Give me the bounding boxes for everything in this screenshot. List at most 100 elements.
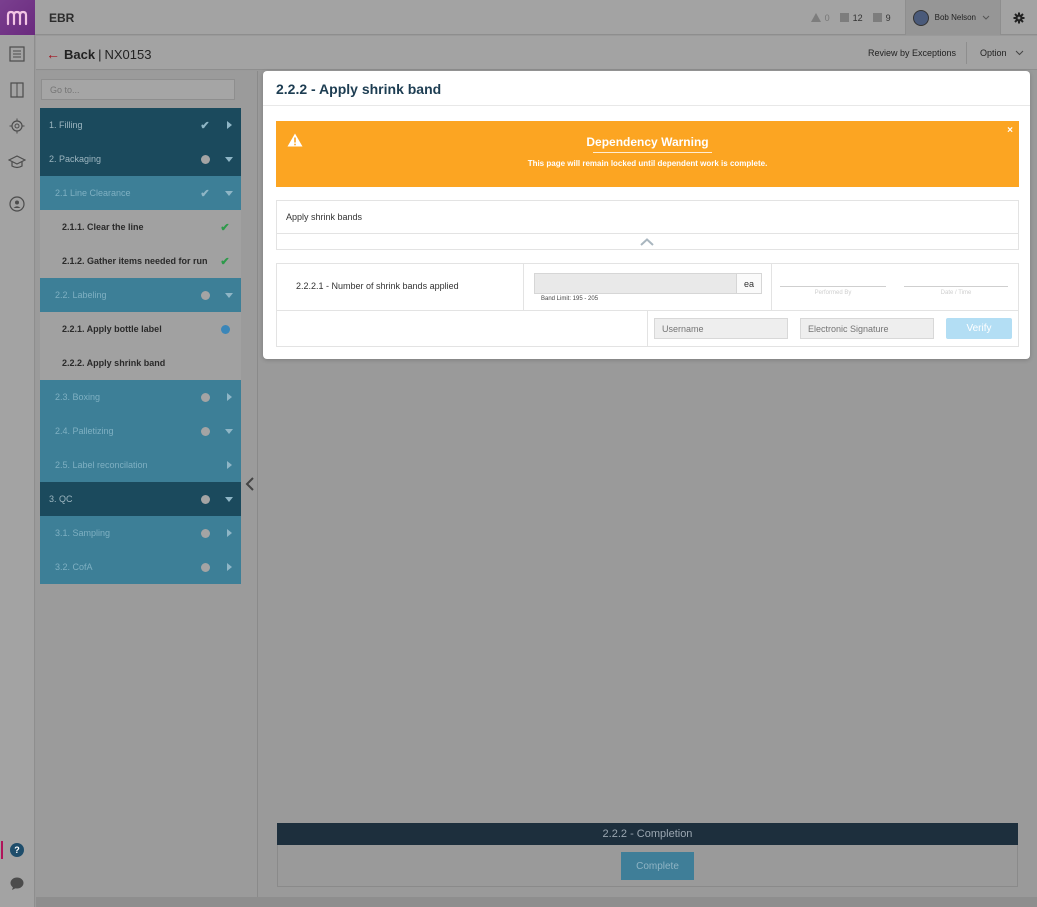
divider [523, 264, 524, 310]
status-dot [195, 562, 215, 572]
tree-item[interactable]: 2.5. Label reconcilation [40, 448, 241, 482]
tree-item[interactable]: 2.1.1. Clear the line ✔ [40, 210, 241, 244]
tree-item[interactable]: 2. Packaging [40, 142, 241, 176]
chevron-down-icon [982, 15, 990, 20]
close-icon[interactable]: × [1007, 125, 1013, 136]
review-by-exceptions-button[interactable]: Review by Exceptions [868, 48, 956, 58]
username-input[interactable] [654, 318, 788, 339]
verify-button[interactable]: Verify [946, 318, 1012, 339]
warning-title: Dependency Warning [586, 135, 709, 149]
tree-item[interactable]: 3.1. Sampling [40, 516, 241, 550]
tree-item-label: 2.2.2. Apply shrink band [62, 358, 166, 368]
book-icon[interactable] [8, 81, 26, 99]
collapse-toggle[interactable] [221, 156, 237, 162]
band-limit: Band Limit: 195 - 205 [541, 296, 599, 302]
tree-item[interactable]: 2.4. Palletizing [40, 414, 241, 448]
alerts-counter[interactable]: 0 [810, 13, 830, 23]
collapse-toggle[interactable] [221, 428, 237, 434]
settings-button[interactable] [1001, 0, 1037, 35]
chevron-down-icon [1015, 50, 1024, 56]
status-dot [195, 392, 215, 402]
tree-item-label: 2.3. Boxing [55, 392, 101, 402]
help-active-marker [1, 841, 3, 859]
top-bar: EBR 0 12 9 Bob Nelson [0, 0, 1037, 35]
logo-icon [6, 10, 27, 25]
status-dot-icon [200, 494, 210, 504]
completion-header: 2.2.2 - Completion [277, 823, 1018, 845]
tree-item-label: 3.2. CofA [55, 562, 93, 572]
tree-item[interactable]: 2.2.1. Apply bottle label [40, 312, 241, 346]
app-logo[interactable] [0, 0, 35, 35]
step-modal: 2.2.2 - Apply shrink band Dependency War… [263, 71, 1030, 359]
footer-strip [36, 897, 1037, 907]
tree-item[interactable]: 2.2. Labeling [40, 278, 241, 312]
chat-icon[interactable] [10, 877, 24, 890]
messages-counter[interactable]: 9 [872, 13, 891, 23]
help-icon[interactable]: ? [10, 843, 24, 857]
tree-item[interactable]: 2.1.2. Gather items needed for run ✔ [40, 244, 241, 278]
collapse-toggle[interactable] [221, 292, 237, 298]
tree-item[interactable]: 2.2.2. Apply shrink band [40, 346, 241, 380]
user-name: Bob Nelson [934, 13, 976, 22]
divider [966, 42, 967, 64]
shrink-band-count-input[interactable] [534, 273, 737, 294]
list-icon[interactable] [8, 45, 26, 63]
chevron-up-icon[interactable] [640, 238, 654, 246]
goto-input[interactable] [41, 79, 235, 100]
step-entry-table: 2.2.2.1 - Number of shrink bands applied… [276, 263, 1019, 347]
option-label: Option [980, 48, 1007, 58]
option-menu[interactable]: Option [980, 48, 1024, 58]
tree-item-label: 3.1. Sampling [55, 528, 111, 538]
date-time-caption: Date / Time [940, 290, 972, 296]
status-check: ✔ [195, 187, 215, 200]
collapse-toggle[interactable] [221, 190, 237, 196]
expand-toggle[interactable] [221, 121, 237, 129]
graduation-cap-icon[interactable] [8, 153, 26, 171]
status-dot [215, 324, 235, 334]
caret-right-icon [226, 563, 232, 571]
expand-toggle[interactable] [221, 563, 237, 571]
back-link[interactable]: ← Back | NX0153 [46, 46, 151, 62]
tree-item[interactable]: 3. QC [40, 482, 241, 516]
collapse-toggle[interactable] [221, 496, 237, 502]
check-icon: ✔ [220, 255, 230, 268]
check-icon: ✔ [200, 187, 210, 200]
sync-user-icon[interactable] [8, 195, 26, 213]
cog-icon[interactable] [8, 117, 26, 135]
sub-header: ← Back | NX0153 Review by Exceptions Opt… [36, 36, 1037, 70]
step-name: 2.2.2.1 - Number of shrink bands applied [296, 281, 459, 291]
divider [277, 233, 1018, 234]
expand-toggle[interactable] [221, 393, 237, 401]
tree-item-label: 2.4. Palletizing [55, 426, 114, 436]
left-rail: ? [0, 35, 35, 907]
tree-item[interactable]: 3.2. CofA [40, 550, 241, 584]
tree-item-label: 1. Filling [49, 120, 83, 130]
warning-triangle-icon [810, 13, 821, 22]
divider [593, 152, 712, 153]
status-check: ✔ [195, 119, 215, 132]
tree-item[interactable]: 2.1 Line Clearance ✔ [40, 176, 241, 210]
modal-title: 2.2.2 - Apply shrink band [276, 81, 442, 97]
tree-item[interactable]: 1. Filling ✔ [40, 108, 241, 142]
expand-toggle[interactable] [221, 529, 237, 537]
status-check: ✔ [215, 255, 235, 268]
avatar [912, 9, 929, 26]
collapse-sidebar-icon[interactable] [244, 476, 256, 492]
expand-toggle[interactable] [221, 461, 237, 469]
caret-down-icon [225, 496, 233, 502]
tree-item-label: 2.2. Labeling [55, 290, 107, 300]
complete-button[interactable]: Complete [621, 852, 694, 880]
tree-item-label: 2.1 Line Clearance [55, 188, 131, 198]
tree-item-label: 3. QC [49, 494, 73, 504]
tree-item-label: 2.2.1. Apply bottle label [62, 324, 162, 334]
electronic-signature-input[interactable] [800, 318, 934, 339]
tasks-counter[interactable]: 12 [839, 13, 863, 23]
caret-down-icon [225, 428, 233, 434]
date-time-line [904, 286, 1008, 287]
divider [647, 310, 648, 346]
caret-down-icon [225, 190, 233, 196]
check-icon: ✔ [220, 221, 230, 234]
status-dot-icon [200, 392, 210, 402]
user-menu[interactable]: Bob Nelson [904, 0, 1001, 35]
tree-item[interactable]: 2.3. Boxing [40, 380, 241, 414]
